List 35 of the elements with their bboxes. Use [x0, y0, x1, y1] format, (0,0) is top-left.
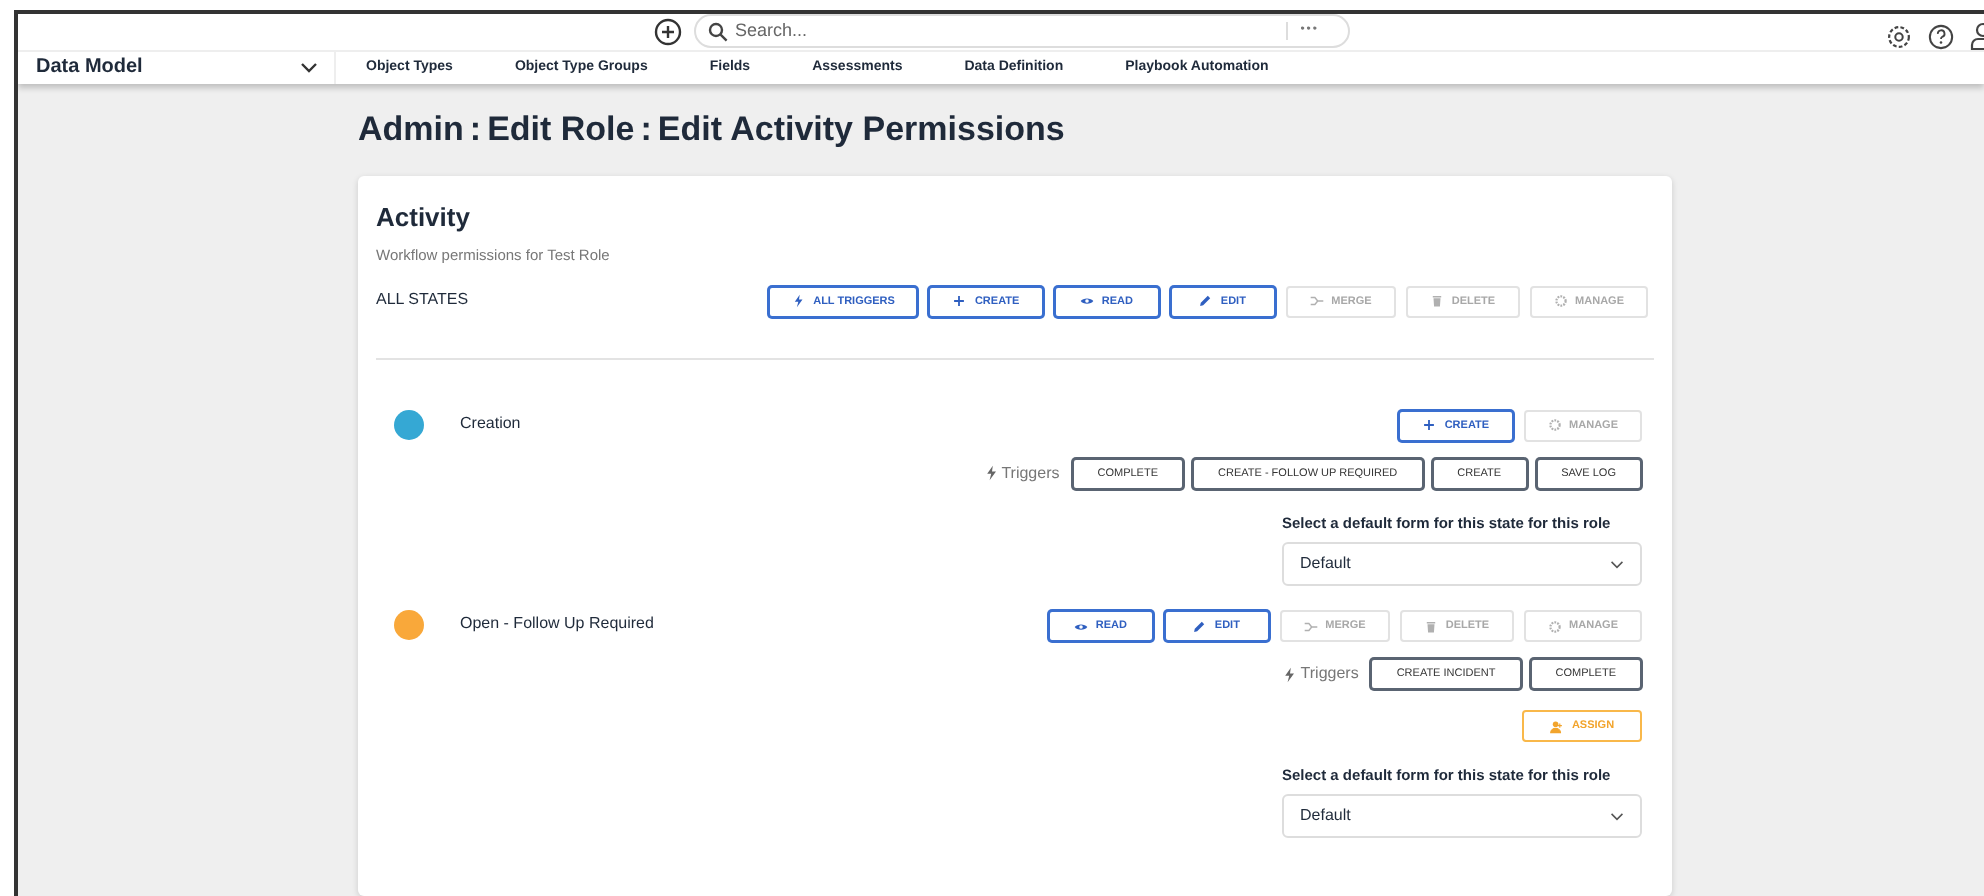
state-name: Creation: [460, 411, 521, 436]
plus-icon: [1422, 418, 1437, 433]
search-icon: [707, 21, 727, 42]
merge-icon: [1303, 619, 1318, 633]
eye-icon: [1079, 294, 1094, 309]
breadcrumb-separator: :: [469, 108, 482, 153]
section-dropdown[interactable]: Data Model: [18, 51, 336, 84]
merge-icon: [1309, 294, 1324, 309]
form-select[interactable]: Default: [1282, 542, 1642, 586]
trash-icon: [1429, 294, 1444, 309]
plus-icon: [952, 294, 967, 309]
chevron-down-icon: [1610, 559, 1624, 569]
breadcrumb-item[interactable]: Edit Role: [487, 104, 635, 156]
pencil-icon: [1192, 619, 1207, 633]
user-plus-icon: [1549, 719, 1564, 733]
triggers-label: Triggers: [1300, 662, 1359, 686]
all-states-label: ALL STATES: [376, 287, 471, 312]
help-icon[interactable]: [1928, 23, 1954, 49]
state-name: Open - Follow Up Required: [460, 612, 654, 636]
eye-icon: [1073, 619, 1088, 633]
pencil-icon: [1198, 294, 1213, 309]
lightning-icon: [983, 464, 1000, 483]
lightning-icon: [1282, 665, 1299, 683]
breadcrumb-separator: :: [640, 108, 652, 153]
add-icon[interactable]: [653, 17, 681, 46]
lightning-icon: [791, 294, 806, 309]
form-select[interactable]: Default: [1282, 794, 1642, 839]
page-title: Edit Activity Permissions: [657, 108, 1065, 153]
breadcrumb-item[interactable]: Admin: [358, 104, 464, 156]
chevron-down-icon: [300, 61, 318, 74]
trash-icon: [1423, 619, 1438, 633]
triggers-label: Triggers: [1001, 461, 1060, 486]
chevron-down-icon: [1610, 811, 1624, 822]
card-title: Activity: [376, 200, 472, 236]
settings-icon[interactable]: [1886, 23, 1912, 49]
